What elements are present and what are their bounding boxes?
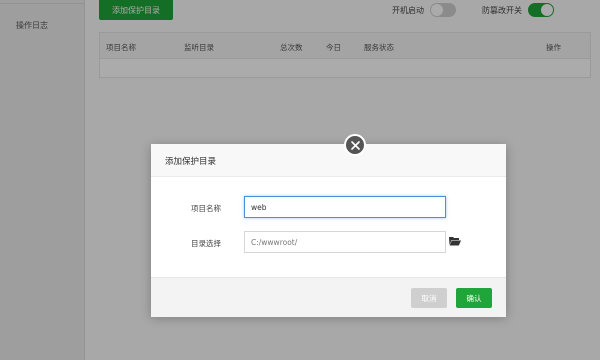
- dir-select-input[interactable]: [244, 231, 446, 253]
- cancel-button[interactable]: 取消: [411, 288, 447, 308]
- folder-open-icon[interactable]: [449, 236, 461, 246]
- project-name-input[interactable]: [244, 196, 446, 218]
- dir-select-label: 目录选择: [191, 239, 221, 248]
- dialog-header: 添加保护目录: [151, 144, 506, 177]
- close-icon[interactable]: [344, 134, 366, 156]
- dialog-footer: 取消 确认: [151, 277, 506, 317]
- confirm-button[interactable]: 确认: [456, 288, 492, 308]
- project-name-label: 项目名称: [191, 204, 221, 213]
- add-protected-dir-dialog: 添加保护目录 项目名称 目录选择 取消 确认: [151, 144, 506, 317]
- dialog-title: 添加保护目录: [165, 157, 217, 167]
